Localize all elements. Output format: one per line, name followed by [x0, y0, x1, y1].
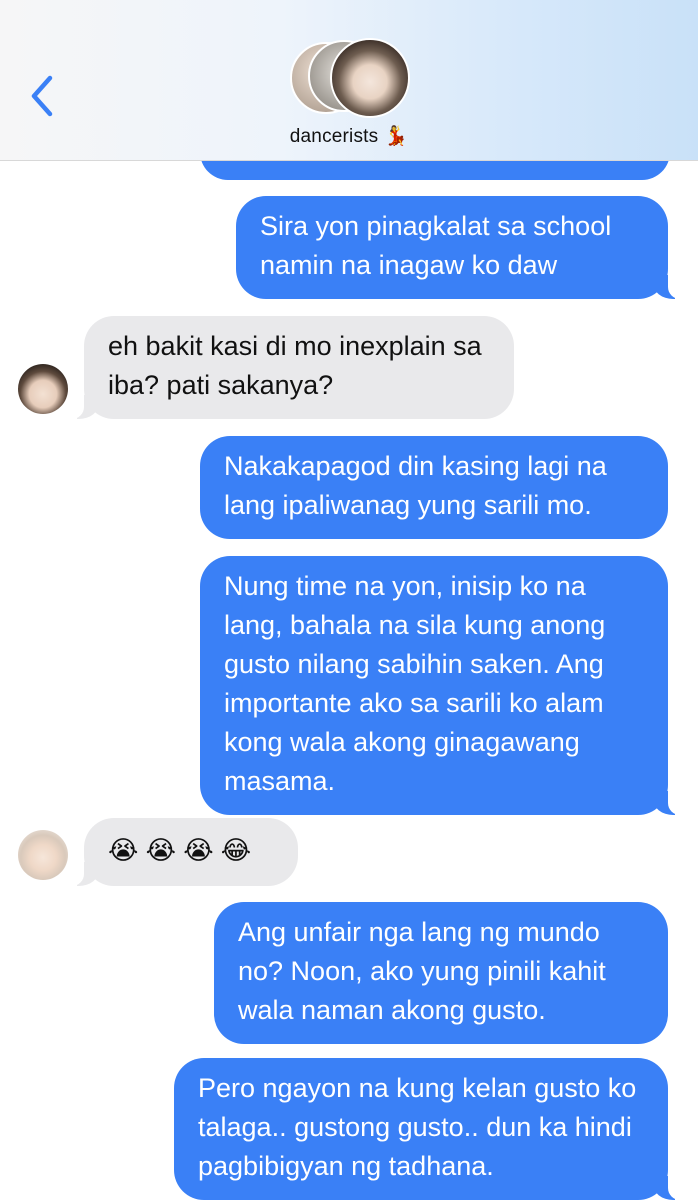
sender-avatar[interactable] [18, 364, 68, 414]
message-bubble-outgoing[interactable]: Nung time na yon, inisip ko na lang, bah… [200, 556, 682, 815]
message-bubble-outgoing[interactable]: Ang unfair nga lang ng mundo no? Noon, a… [214, 902, 668, 1044]
message-text: eh bakit kasi di mo inexplain sa iba? pa… [108, 331, 482, 400]
message-bubble-outgoing[interactable]: Sira yon pinagkalat sa school namin na i… [236, 196, 682, 299]
chat-header: dancerists 💃 [0, 0, 698, 161]
group-avatar-stack[interactable] [290, 38, 410, 118]
message-text: Ang unfair nga lang ng mundo no? Noon, a… [238, 917, 606, 1025]
chevron-left-icon [31, 75, 53, 117]
message-text: Nakakapagod din kasing lagi na lang ipal… [224, 451, 607, 520]
message-bubble-outgoing[interactable]: Nakakapagod din kasing lagi na lang ipal… [200, 436, 668, 539]
message-text: Pero ngayon na kung kelan gusto ko talag… [198, 1073, 637, 1181]
dancer-emoji: 💃 [384, 126, 409, 147]
message-bubble-incoming[interactable]: eh bakit kasi di mo inexplain sa iba? pa… [70, 316, 514, 419]
group-member-avatar [330, 38, 410, 118]
message-bubble-outgoing[interactable]: Pero ngayon na kung kelan gusto ko talag… [174, 1058, 682, 1200]
message-text: Sira yon pinagkalat sa school namin na i… [260, 211, 612, 280]
group-name[interactable]: dancerists 💃 [0, 124, 698, 148]
sender-avatar[interactable] [18, 830, 68, 880]
back-button[interactable] [28, 70, 68, 124]
message-bubble-incoming[interactable]: 😭 😭 😭 😂 [70, 818, 298, 886]
message-text: 😭 😭 😭 😂 [108, 835, 252, 865]
message-text: Nung time na yon, inisip ko na lang, bah… [224, 571, 606, 796]
group-name-label: dancerists [289, 126, 379, 147]
